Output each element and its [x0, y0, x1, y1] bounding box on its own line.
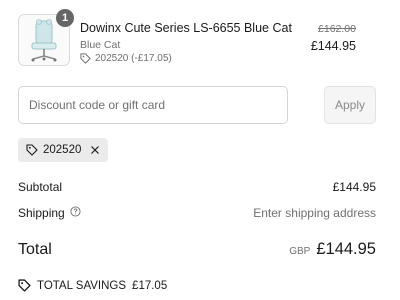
close-icon[interactable]	[90, 145, 100, 155]
current-price: £144.95	[310, 39, 356, 53]
product-variant: Blue Cat	[80, 39, 121, 51]
discount-code-input[interactable]	[18, 86, 288, 124]
quantity-badge: 1	[56, 9, 74, 27]
shipping-value: Enter shipping address	[253, 206, 376, 220]
total-value: £144.95	[316, 240, 376, 258]
savings-value: £17.05	[132, 279, 168, 292]
shipping-label: Shipping	[18, 206, 65, 220]
product-discount: 202520 (-£17.05)	[80, 53, 172, 64]
shipping-row: Shipping Enter shipping address	[18, 206, 376, 220]
subtotal-value: £144.95	[332, 180, 376, 194]
product-discount-text: 202520 (-£17.05)	[95, 53, 172, 64]
total-savings: TOTAL SAVINGS £17.05	[18, 279, 167, 292]
applied-discount-chip: 202520	[18, 138, 109, 162]
tag-icon	[26, 144, 38, 156]
subtotal-row: Subtotal £144.95	[18, 180, 376, 194]
product-title: Dowinx Cute Series LS-6655 Blue Cat	[80, 21, 292, 35]
discount-tag-icon	[18, 279, 31, 292]
total-label: Total	[18, 240, 52, 258]
line-item: 1 Dowinx Cute Series LS-6655 Blue Cat Bl…	[18, 9, 380, 70]
applied-discount-code: 202520	[43, 144, 82, 156]
tag-icon	[80, 53, 91, 64]
help-icon[interactable]	[70, 206, 81, 220]
subtotal-label: Subtotal	[18, 180, 63, 194]
total-row: Total GBP £144.95	[18, 240, 376, 259]
original-price: £162.00	[318, 23, 356, 35]
apply-button[interactable]: Apply	[324, 86, 376, 124]
currency-code: GBP	[289, 246, 311, 257]
savings-label: TOTAL SAVINGS	[37, 279, 127, 292]
